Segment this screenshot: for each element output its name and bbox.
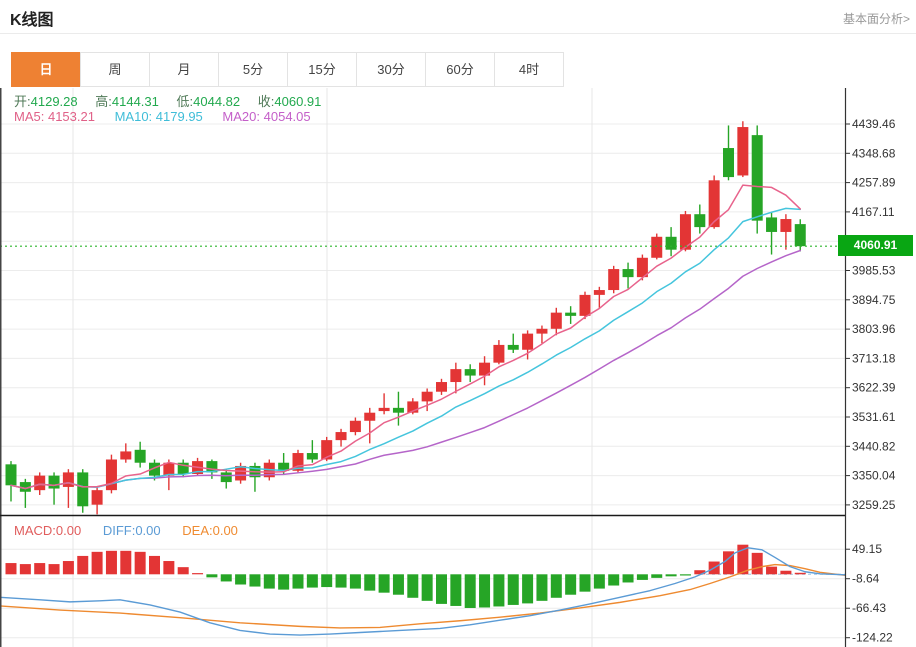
low-label: 低:	[177, 94, 194, 109]
macd-axis-label: 49.15	[852, 542, 882, 556]
price-axis-label: 3894.75	[852, 293, 896, 307]
price-axis-label: 4439.46	[852, 117, 896, 131]
price-axis-label: 3985.53	[852, 264, 896, 278]
price-axis-label: 3259.25	[852, 498, 896, 512]
price-axis-label: 4257.89	[852, 176, 896, 190]
ma10-legend: MA10: 4179.95	[115, 109, 203, 124]
macd-axis-label: -66.43	[852, 601, 886, 615]
price-axis-label: 4167.11	[852, 205, 895, 219]
price-axis-label: 3622.39	[852, 381, 896, 395]
dea-value-legend: DEA:0.00	[182, 523, 238, 538]
ohlc-legend: 开:4129.28 高:4144.31 低:4044.82 收:4060.91	[14, 91, 335, 110]
high-value: 4144.31	[112, 94, 159, 109]
macd-axis-label: -124.22	[852, 631, 893, 645]
price-axis-label: 3350.04	[852, 469, 896, 483]
diff-value-legend: DIFF:0.00	[103, 523, 161, 538]
close-value: 4060.91	[274, 94, 321, 109]
macd-legend: MACD:0.00 DIFF:0.00 DEA:0.00	[14, 523, 238, 538]
open-label: 开:	[14, 94, 31, 109]
close-label: 收:	[258, 94, 275, 109]
current-price-badge: 4060.91	[838, 235, 913, 256]
high-label: 高:	[95, 94, 112, 109]
price-axis-label: 3531.61	[852, 410, 896, 424]
kline-chart-app: K线图 基本面分析> 日周月5分15分30分60分4时 4439.464348.…	[0, 0, 916, 647]
price-axis-label: 3713.18	[852, 351, 896, 365]
ma20-legend: MA20: 4054.05	[222, 109, 310, 124]
ma5-legend: MA5: 4153.21	[14, 109, 95, 124]
price-axis-label: 3803.96	[852, 322, 896, 336]
low-value: 4044.82	[193, 94, 240, 109]
open-value: 4129.28	[31, 94, 78, 109]
price-axis-label: 3440.82	[852, 439, 896, 453]
ma-legend: MA5: 4153.21 MA10: 4179.95 MA20: 4054.05	[14, 109, 311, 124]
macd-value-legend: MACD:0.00	[14, 523, 81, 538]
price-axis-label: 4348.68	[852, 146, 896, 160]
macd-axis-label: -8.64	[852, 572, 880, 586]
